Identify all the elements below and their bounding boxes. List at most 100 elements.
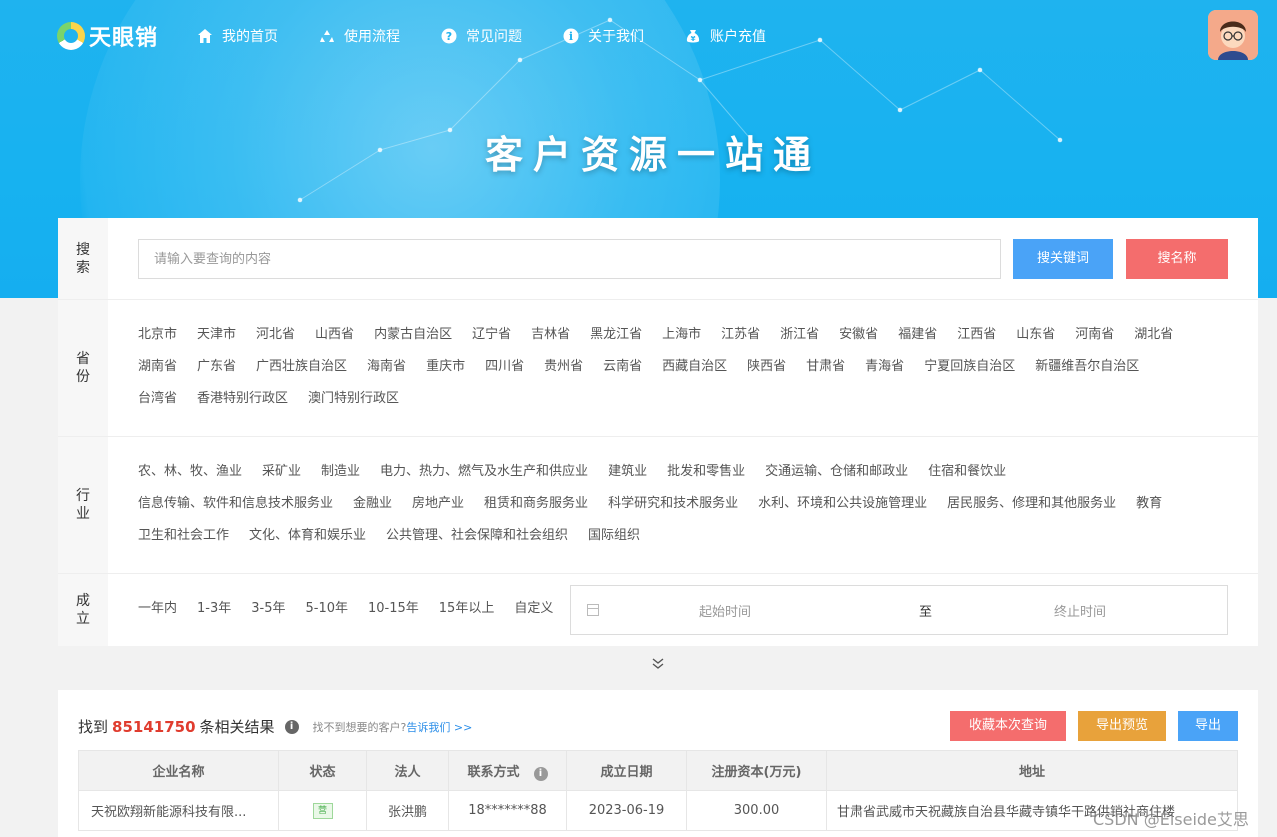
recycle-icon — [318, 27, 336, 45]
province-option[interactable]: 广西壮族自治区 — [256, 358, 347, 376]
province-option[interactable]: 重庆市 — [426, 358, 465, 376]
search-input[interactable] — [138, 239, 1001, 279]
column-header[interactable]: 注册资本(万元) — [686, 750, 827, 791]
industry-option[interactable]: 房地产业 — [412, 495, 464, 513]
nav-item-recharge[interactable]: ¥ 账户充值 — [684, 26, 766, 46]
industry-option[interactable]: 电力、热力、燃气及水生产和供应业 — [380, 463, 588, 481]
calendar-icon — [587, 604, 599, 616]
province-option[interactable]: 山东省 — [1016, 326, 1055, 344]
province-row-body: 北京市 天津市 河北省 山西省 内蒙古自治区 辽宁省 吉林省 黑龙江省 上海市 江苏省 浙江省 安徽省… — [108, 300, 1258, 436]
save-query-button[interactable]: 收藏本次查询 — [950, 711, 1066, 741]
province-option[interactable]: 新疆维吾尔自治区 — [1035, 358, 1139, 376]
logo[interactable]: 天眼销 — [57, 22, 158, 51]
company-name-cell[interactable]: 天祝欧翔新能源科技有限... — [78, 790, 279, 831]
nav-item-faq[interactable]: ? 常见问题 — [440, 26, 522, 46]
feedback-link[interactable]: 告诉我们 >> — [406, 721, 472, 734]
search-row-body: 搜关键词 搜名称 — [108, 218, 1258, 299]
province-option[interactable]: 西藏自治区 — [662, 358, 727, 376]
column-header[interactable]: 状态 — [278, 750, 367, 791]
province-option[interactable]: 上海市 — [662, 326, 701, 344]
established-option[interactable]: 5-10年 — [305, 600, 348, 618]
date-range-picker[interactable]: 起始时间 至 终止时间 — [570, 585, 1228, 635]
search-keyword-button[interactable]: 搜关键词 — [1013, 239, 1113, 279]
avatar-icon — [1208, 10, 1258, 60]
info-icon[interactable]: i — [284, 719, 299, 734]
established-option[interactable]: 自定义 — [514, 600, 553, 618]
province-option[interactable]: 福建省 — [898, 326, 937, 344]
province-option[interactable]: 黑龙江省 — [590, 326, 642, 344]
province-option[interactable]: 内蒙古自治区 — [374, 326, 452, 344]
column-header-contact[interactable]: 联系方式 i — [448, 750, 567, 791]
industry-option[interactable]: 制造业 — [321, 463, 360, 481]
industry-option[interactable]: 住宿和餐饮业 — [928, 463, 1006, 481]
province-option[interactable]: 贵州省 — [544, 358, 583, 376]
industry-option[interactable]: 教育 — [1136, 495, 1162, 513]
label-char: 行 — [76, 488, 90, 504]
established-row-label: 成 立 — [58, 574, 108, 646]
province-option[interactable]: 江西省 — [957, 326, 996, 344]
province-option[interactable]: 辽宁省 — [472, 326, 511, 344]
export-preview-button[interactable]: 导出预览 — [1078, 711, 1166, 741]
industry-option[interactable]: 文化、体育和娱乐业 — [249, 527, 366, 545]
province-option[interactable]: 河南省 — [1075, 326, 1114, 344]
export-button[interactable]: 导出 — [1178, 711, 1238, 741]
industry-option[interactable]: 卫生和社会工作 — [138, 527, 229, 545]
industry-option[interactable]: 批发和零售业 — [667, 463, 745, 481]
nav-item-about[interactable]: i 关于我们 — [562, 26, 644, 46]
province-option[interactable]: 澳门特别行政区 — [308, 390, 399, 408]
info-icon[interactable]: i — [533, 766, 548, 781]
start-date-input[interactable]: 起始时间 — [699, 601, 849, 620]
province-option[interactable]: 江苏省 — [721, 326, 760, 344]
end-date-input[interactable]: 终止时间 — [1054, 601, 1204, 620]
province-option[interactable]: 湖南省 — [138, 358, 177, 376]
industry-option[interactable]: 水利、环境和公共设施管理业 — [758, 495, 927, 513]
industry-option[interactable]: 农、林、牧、渔业 — [138, 463, 242, 481]
province-option[interactable]: 浙江省 — [780, 326, 819, 344]
province-option[interactable]: 云南省 — [603, 358, 642, 376]
industry-option[interactable]: 建筑业 — [608, 463, 647, 481]
industry-row-body: 农、林、牧、渔业 采矿业 制造业 电力、热力、燃气及水生产和供应业 建筑业 批发和零售业 交… — [108, 437, 1258, 573]
province-option[interactable]: 宁夏回族自治区 — [924, 358, 1015, 376]
industry-option[interactable]: 科学研究和技术服务业 — [608, 495, 738, 513]
province-option[interactable]: 天津市 — [197, 326, 236, 344]
column-header[interactable]: 企业名称 — [78, 750, 279, 791]
industry-option[interactable]: 租赁和商务服务业 — [484, 495, 588, 513]
province-option[interactable]: 山西省 — [315, 326, 354, 344]
industry-option[interactable]: 金融业 — [353, 495, 392, 513]
established-option[interactable]: 3-5年 — [251, 600, 285, 618]
nav-item-process[interactable]: 使用流程 — [318, 26, 400, 46]
industry-option[interactable]: 信息传输、软件和信息技术服务业 — [138, 495, 333, 513]
established-option[interactable]: 10-15年 — [368, 600, 419, 618]
province-option[interactable]: 青海省 — [865, 358, 904, 376]
industry-option[interactable]: 采矿业 — [262, 463, 301, 481]
established-option[interactable]: 1-3年 — [197, 600, 231, 618]
province-option[interactable]: 吉林省 — [531, 326, 570, 344]
industry-option[interactable]: 交通运输、仓储和邮政业 — [765, 463, 908, 481]
established-option[interactable]: 15年以上 — [439, 600, 495, 618]
province-option[interactable]: 湖北省 — [1134, 326, 1173, 344]
industry-option[interactable]: 公共管理、社会保障和社会组织 — [386, 527, 568, 545]
province-option[interactable]: 甘肃省 — [806, 358, 845, 376]
province-option[interactable]: 香港特别行政区 — [197, 390, 288, 408]
label-char: 份 — [76, 369, 90, 385]
province-option[interactable]: 安徽省 — [839, 326, 878, 344]
industry-option[interactable]: 居民服务、修理和其他服务业 — [947, 495, 1116, 513]
established-option[interactable]: 一年内 — [138, 600, 177, 618]
user-avatar[interactable] — [1208, 10, 1258, 60]
province-option[interactable]: 北京市 — [138, 326, 177, 344]
nav-item-home[interactable]: 我的首页 — [196, 26, 278, 46]
expand-chevron-icon[interactable] — [650, 656, 666, 672]
province-option[interactable]: 海南省 — [367, 358, 406, 376]
province-option[interactable]: 广东省 — [197, 358, 236, 376]
column-header[interactable]: 法人 — [366, 750, 449, 791]
province-option[interactable]: 河北省 — [256, 326, 295, 344]
province-option[interactable]: 四川省 — [485, 358, 524, 376]
table-row[interactable]: 天祝欧翔新能源科技有限... 营 张洪鹏 18*******88 2023-06… — [78, 790, 1238, 831]
province-option[interactable]: 台湾省 — [138, 390, 177, 408]
industry-option[interactable]: 国际组织 — [588, 527, 640, 545]
search-name-button[interactable]: 搜名称 — [1126, 239, 1228, 279]
column-header[interactable]: 地址 — [826, 750, 1238, 791]
column-header[interactable]: 成立日期 — [566, 750, 687, 791]
province-option[interactable]: 陕西省 — [747, 358, 786, 376]
question-icon: ? — [440, 27, 458, 45]
